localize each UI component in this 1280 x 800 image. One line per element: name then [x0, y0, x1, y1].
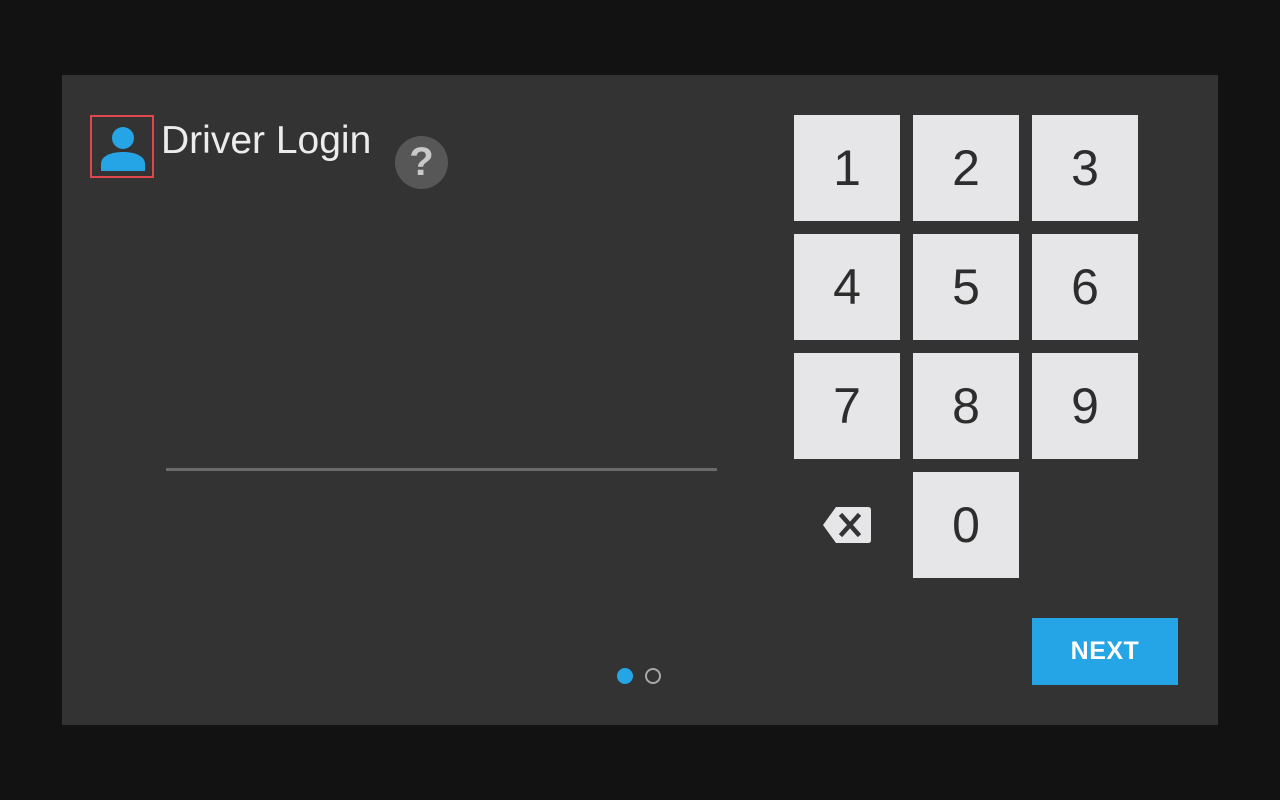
keypad-key-1[interactable]: 1: [794, 115, 900, 221]
keypad-key-3[interactable]: 3: [1032, 115, 1138, 221]
keypad-key-8[interactable]: 8: [913, 353, 1019, 459]
keypad-key-7[interactable]: 7: [794, 353, 900, 459]
page-indicator-dot-1: [617, 668, 633, 684]
keypad-key-6[interactable]: 6: [1032, 234, 1138, 340]
user-icon: [101, 127, 145, 171]
keypad-key-9[interactable]: 9: [1032, 353, 1138, 459]
keypad-key-0[interactable]: 0: [913, 472, 1019, 578]
help-icon: ?: [409, 140, 434, 184]
page-title: Driver Login: [161, 119, 372, 162]
user-icon-box[interactable]: [90, 115, 154, 178]
page-indicator-dot-2: [645, 668, 661, 684]
help-button[interactable]: ?: [395, 136, 448, 189]
driver-pin-input[interactable]: [166, 415, 717, 471]
next-button[interactable]: NEXT: [1032, 618, 1178, 685]
backspace-button[interactable]: [794, 472, 900, 578]
driver-login-panel: Driver Login ? 1 2 3 4 5 6 7 8 9 0 NEXT: [62, 75, 1218, 725]
backspace-icon: [823, 507, 871, 543]
keypad-key-4[interactable]: 4: [794, 234, 900, 340]
keypad-key-2[interactable]: 2: [913, 115, 1019, 221]
keypad-key-5[interactable]: 5: [913, 234, 1019, 340]
